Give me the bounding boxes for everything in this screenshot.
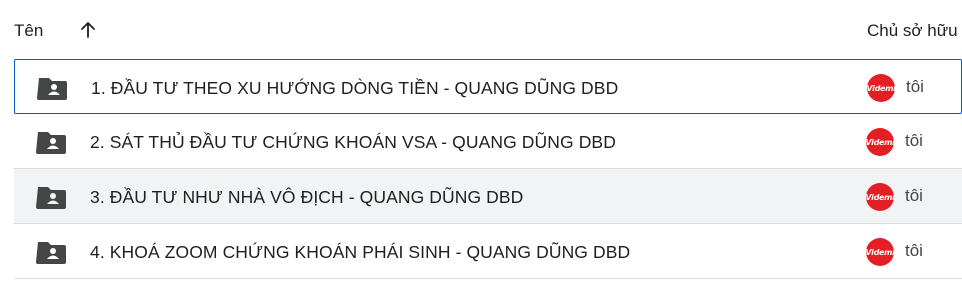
file-name: 2. SÁT THỦ ĐẦU TƯ CHỨNG KHOÁN VSA - QUAN…	[90, 132, 616, 152]
shared-folder-icon	[36, 130, 66, 154]
avatar-logo-text: Videmi	[867, 83, 895, 93]
file-row[interactable]: 2. SÁT THỦ ĐẦU TƯ CHỨNG KHOÁN VSA - QUAN…	[14, 114, 962, 169]
file-row[interactable]: 4. KHOÁ ZOOM CHỨNG KHOÁN PHÁI SINH - QUA…	[14, 224, 962, 279]
avatar-logo-text: Videmi	[866, 137, 894, 147]
shared-folder-icon	[36, 240, 66, 264]
owner-avatar: Videmi	[867, 74, 895, 102]
file-row[interactable]: 3. ĐẦU TƯ NHƯ NHÀ VÔ ĐỊCH - QUANG DŨNG D…	[14, 169, 962, 224]
owner-name: tôi	[905, 131, 923, 150]
file-name: 1. ĐẦU TƯ THEO XU HƯỚNG DÒNG TIỀN - QUAN…	[91, 78, 619, 98]
avatar-logo-text: Videmi	[866, 247, 894, 257]
arrow-up-icon[interactable]	[78, 20, 98, 40]
avatar-logo-text: Videmi	[866, 192, 894, 202]
owner-name: tôi	[905, 186, 923, 205]
file-name: 3. ĐẦU TƯ NHƯ NHÀ VÔ ĐỊCH - QUANG DŨNG D…	[90, 187, 524, 207]
column-header-name[interactable]: Tên	[14, 21, 43, 41]
owner-avatar: Videmi	[866, 238, 894, 266]
owner-avatar: Videmi	[866, 128, 894, 156]
shared-folder-icon	[37, 76, 67, 100]
file-list-header: Tên Chủ sở hữu	[0, 0, 962, 60]
file-name: 4. KHOÁ ZOOM CHỨNG KHOÁN PHÁI SINH - QUA…	[90, 242, 631, 262]
owner-avatar: Videmi	[866, 183, 894, 211]
owner-name: tôi	[905, 241, 923, 260]
column-header-owner[interactable]: Chủ sở hữu	[867, 21, 958, 41]
file-row[interactable]: 1. ĐẦU TƯ THEO XU HƯỚNG DÒNG TIỀN - QUAN…	[14, 59, 962, 114]
owner-name: tôi	[906, 77, 924, 96]
shared-folder-icon	[36, 185, 66, 209]
